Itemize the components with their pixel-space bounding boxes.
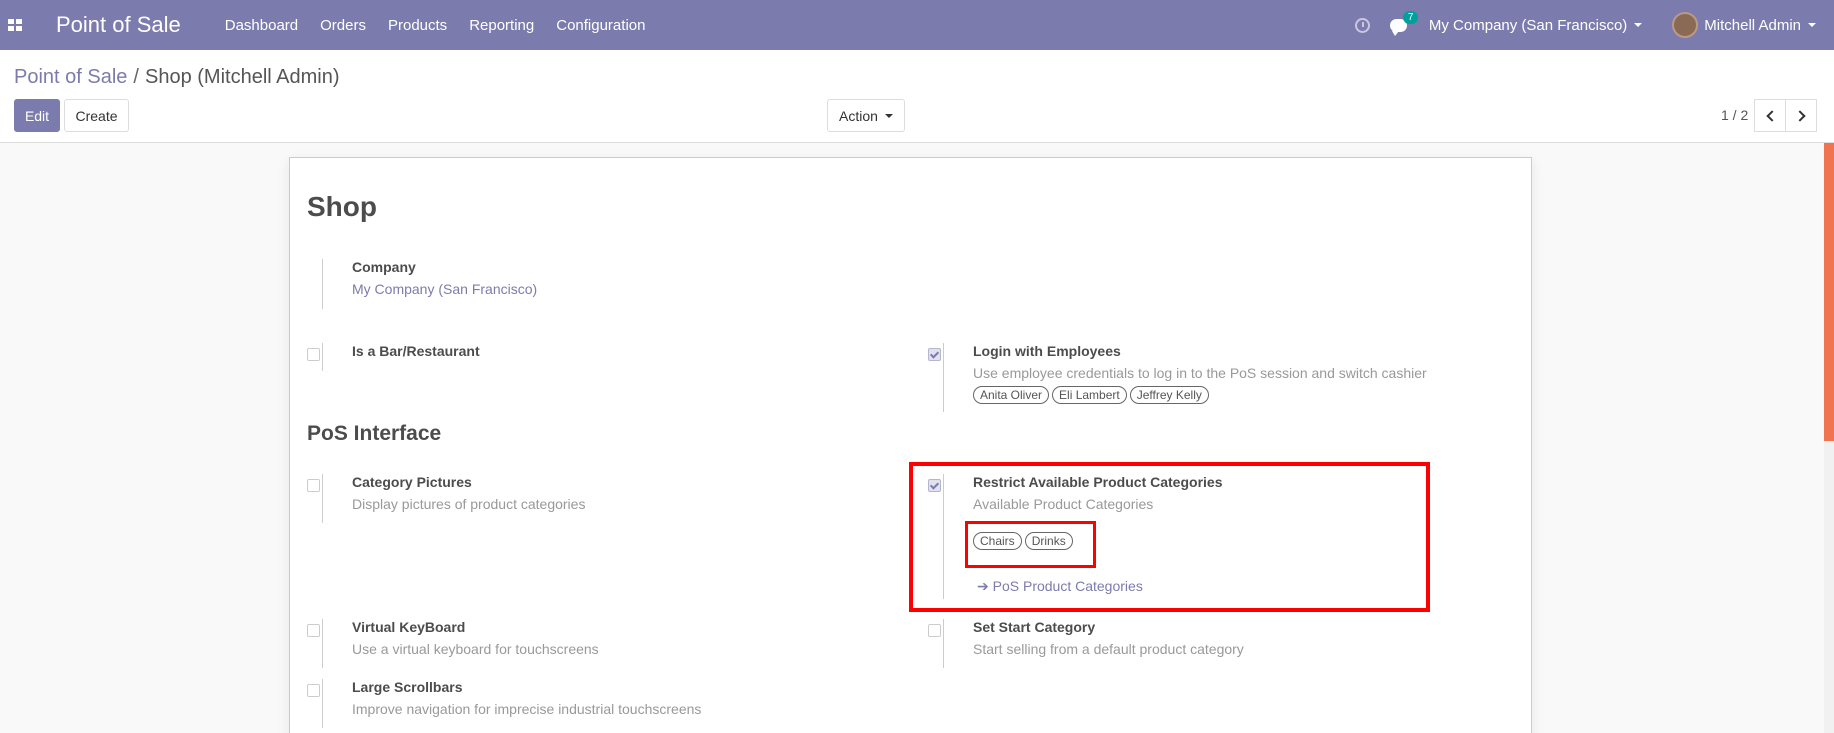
breadcrumb-separator: / bbox=[133, 66, 139, 88]
login-employees-checkbox[interactable] bbox=[928, 348, 941, 361]
caret-down-icon bbox=[884, 113, 893, 118]
record-title: Shop bbox=[307, 191, 377, 222]
setting-virtual-keyboard: Virtual KeyBoard Use a virtual keyboard … bbox=[290, 619, 890, 669]
menu-products[interactable]: Products bbox=[388, 17, 447, 34]
pager-value[interactable]: 1 / 2 bbox=[1721, 107, 1748, 123]
menu-configuration[interactable]: Configuration bbox=[556, 17, 645, 34]
user-menu[interactable]: Mitchell Admin bbox=[1672, 12, 1816, 38]
setting-divider bbox=[322, 259, 323, 309]
virtual-keyboard-desc: Use a virtual keyboard for touchscreens bbox=[352, 641, 599, 657]
activity-clock-icon[interactable] bbox=[1354, 17, 1370, 33]
company-label: Company bbox=[352, 259, 416, 275]
setting-start-category: Set Start Category Start selling from a … bbox=[911, 619, 1511, 669]
pager-previous-button[interactable] bbox=[1754, 99, 1786, 132]
edit-button[interactable]: Edit bbox=[14, 99, 60, 132]
setting-divider bbox=[943, 619, 944, 668]
employee-tags: Anita Oliver Eli Lambert Jeffrey Kelly bbox=[973, 386, 1209, 404]
navbar-right: 7 My Company (San Francisco) Mitchell Ad… bbox=[1354, 0, 1834, 50]
setting-category-pictures: Category Pictures Display pictures of pr… bbox=[290, 474, 890, 524]
pager-next-button[interactable] bbox=[1785, 99, 1817, 132]
scrollbar-thumb[interactable] bbox=[1824, 143, 1834, 441]
virtual-keyboard-checkbox[interactable] bbox=[307, 624, 320, 637]
apps-menu-icon[interactable] bbox=[8, 19, 22, 31]
large-scrollbars-desc: Improve navigation for imprecise industr… bbox=[352, 701, 702, 717]
company-link[interactable]: My Company (San Francisco) bbox=[352, 281, 537, 297]
action-dropdown[interactable]: Action bbox=[827, 99, 905, 132]
breadcrumb: Point of Sale / Shop (Mitchell Admin) bbox=[14, 66, 340, 89]
messages-menu[interactable]: 7 bbox=[1389, 10, 1419, 36]
bar-restaurant-label: Is a Bar/Restaurant bbox=[352, 343, 480, 359]
login-employees-desc: Use employee credentials to log in to th… bbox=[973, 365, 1427, 381]
start-category-checkbox[interactable] bbox=[928, 624, 941, 637]
setting-login-employees: Login with Employees Use employee creden… bbox=[911, 343, 1531, 413]
setting-large-scrollbars: Large Scrollbars Improve navigation for … bbox=[290, 679, 890, 729]
setting-divider bbox=[943, 343, 944, 412]
highlight-box-category-tags bbox=[965, 521, 1096, 568]
setting-divider bbox=[322, 474, 323, 523]
breadcrumb-parent[interactable]: Point of Sale bbox=[14, 66, 127, 88]
form-sheet: Shop Company My Company (San Francisco) … bbox=[289, 157, 1532, 733]
login-employees-label: Login with Employees bbox=[973, 343, 1121, 359]
setting-divider bbox=[322, 619, 323, 668]
setting-divider bbox=[322, 679, 323, 728]
setting-company: Company My Company (San Francisco) bbox=[290, 259, 890, 309]
create-button[interactable]: Create bbox=[64, 99, 129, 132]
chat-count-badge: 7 bbox=[1402, 10, 1419, 24]
company-switcher-label: My Company (San Francisco) bbox=[1428, 16, 1628, 34]
setting-divider bbox=[322, 343, 323, 371]
category-pictures-desc: Display pictures of product categories bbox=[352, 496, 586, 512]
caret-down-icon bbox=[1634, 23, 1643, 27]
control-panel: Point of Sale / Shop (Mitchell Admin) Edit… bbox=[0, 50, 1834, 143]
employee-tag[interactable]: Anita Oliver bbox=[973, 386, 1050, 404]
top-navbar: Point of Sale Dashboard Orders Products … bbox=[0, 0, 1834, 50]
start-category-label: Set Start Category bbox=[973, 619, 1096, 635]
menu-reporting[interactable]: Reporting bbox=[469, 17, 534, 34]
avatar bbox=[1672, 12, 1699, 38]
company-switcher[interactable]: My Company (San Francisco) bbox=[1428, 16, 1643, 34]
chevron-right-icon bbox=[1793, 109, 1806, 122]
caret-down-icon bbox=[1808, 23, 1816, 27]
action-label: Action bbox=[839, 107, 878, 124]
chevron-left-icon bbox=[1765, 109, 1778, 122]
user-name: Mitchell Admin bbox=[1704, 16, 1801, 34]
setting-bar-restaurant: Is a Bar/Restaurant bbox=[290, 343, 890, 383]
menu-orders[interactable]: Orders bbox=[320, 17, 366, 34]
app-name[interactable]: Point of Sale bbox=[56, 12, 181, 38]
virtual-keyboard-label: Virtual KeyBoard bbox=[352, 619, 466, 635]
large-scrollbars-checkbox[interactable] bbox=[307, 684, 320, 697]
start-category-desc: Start selling from a default product cat… bbox=[973, 641, 1244, 657]
menu-dashboard[interactable]: Dashboard bbox=[225, 17, 298, 34]
employee-tag[interactable]: Jeffrey Kelly bbox=[1129, 386, 1209, 404]
breadcrumb-current: Shop (Mitchell Admin) bbox=[144, 66, 340, 88]
section-title-pos-interface: PoS Interface bbox=[307, 422, 442, 445]
employee-tag[interactable]: Eli Lambert bbox=[1052, 386, 1127, 404]
large-scrollbars-label: Large Scrollbars bbox=[352, 679, 463, 695]
category-pictures-label: Category Pictures bbox=[352, 474, 472, 490]
bar-restaurant-checkbox[interactable] bbox=[307, 348, 320, 361]
category-pictures-checkbox[interactable] bbox=[307, 479, 320, 492]
